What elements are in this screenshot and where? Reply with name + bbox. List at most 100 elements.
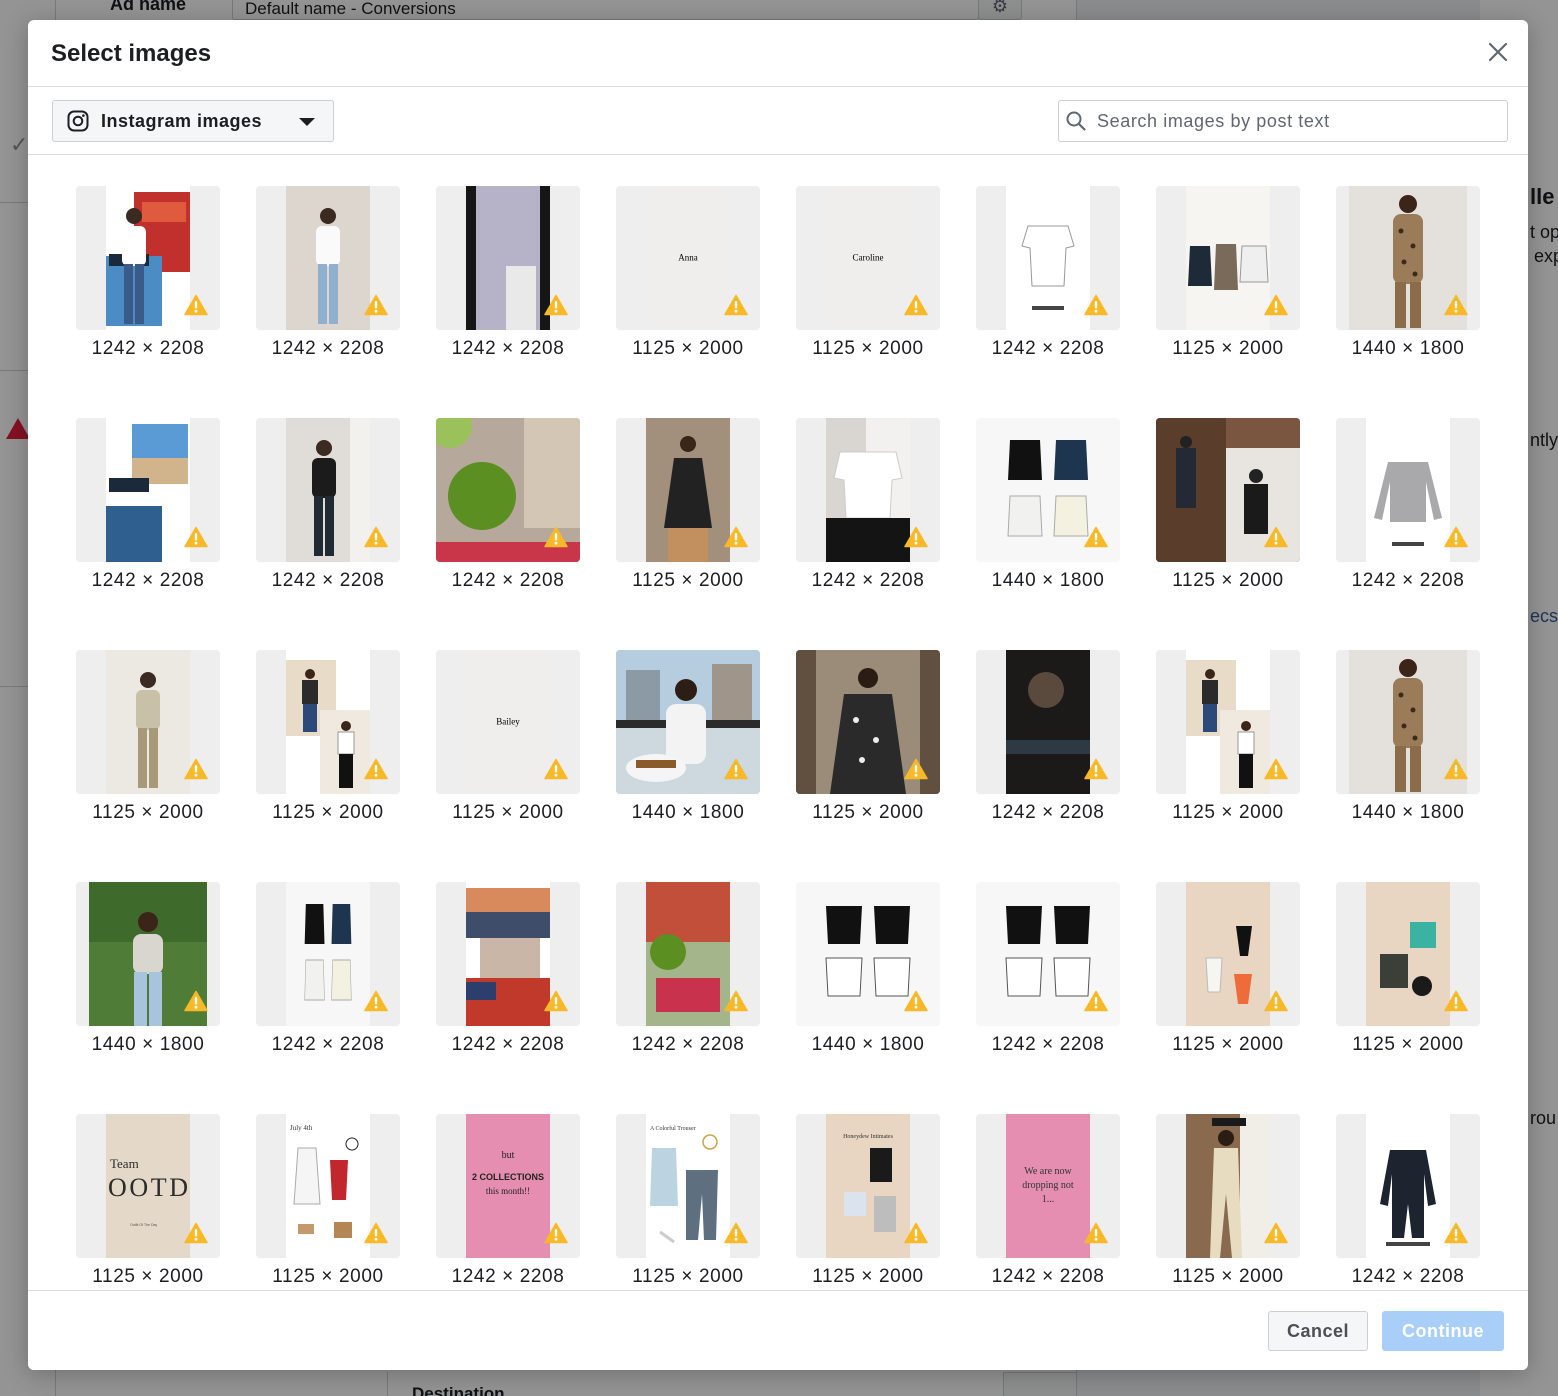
image-tile[interactable]: 1440 × 1800 bbox=[76, 882, 220, 1055]
image-tile[interactable]: 1242 × 2208 bbox=[976, 186, 1120, 359]
image-dimensions: 1242 × 2208 bbox=[1351, 570, 1465, 591]
cancel-button[interactable]: Cancel bbox=[1268, 1311, 1368, 1351]
image-tile[interactable]: 1125 × 2000 bbox=[1156, 418, 1300, 591]
image-thumbnail[interactable]: Honeydew Intimates bbox=[796, 1114, 940, 1258]
image-thumbnail[interactable] bbox=[796, 882, 940, 1026]
image-thumbnail[interactable]: We are now dropping not 1... bbox=[976, 1114, 1120, 1258]
image-thumbnail[interactable] bbox=[256, 882, 400, 1026]
image-tile[interactable]: 1242 × 2208 bbox=[436, 418, 580, 591]
image-thumbnail[interactable]: July 4th bbox=[256, 1114, 400, 1258]
dialog-toolbar: Instagram images bbox=[28, 87, 1528, 155]
image-tile[interactable]: 1242 × 2208 bbox=[1336, 1114, 1480, 1287]
image-dimensions: 1440 × 1800 bbox=[1351, 338, 1465, 359]
image-tile[interactable]: 1125 × 2000 bbox=[1156, 650, 1300, 823]
image-tile[interactable]: 1242 × 2208 bbox=[76, 418, 220, 591]
image-tile[interactable]: 1125 × 2000 bbox=[256, 650, 400, 823]
image-dimensions: 1440 × 1800 bbox=[811, 1034, 925, 1055]
image-thumbnail[interactable] bbox=[256, 418, 400, 562]
search-input[interactable] bbox=[1095, 103, 1499, 139]
image-dimensions: 1242 × 2208 bbox=[991, 802, 1105, 823]
image-thumbnail[interactable] bbox=[1156, 418, 1300, 562]
image-thumbnail[interactable] bbox=[1336, 1114, 1480, 1258]
image-dimensions: 1242 × 2208 bbox=[271, 338, 385, 359]
image-grid-scroll-area[interactable]: 1242 × 2208 1242 × 2208 1242 × 2208 Anna 112… bbox=[28, 155, 1528, 1290]
image-tile[interactable]: but 2 COLLECTIONS this month!! 1242 × 2208 bbox=[436, 1114, 580, 1287]
image-tile[interactable]: A Colorful Trouser 1125 × 2000 bbox=[616, 1114, 760, 1287]
image-thumbnail[interactable]: A Colorful Trouser bbox=[616, 1114, 760, 1258]
image-thumbnail[interactable] bbox=[616, 418, 760, 562]
warning-icon bbox=[364, 294, 388, 316]
image-tile[interactable]: Anna 1125 × 2000 bbox=[616, 186, 760, 359]
image-tile[interactable]: 1125 × 2000 bbox=[76, 650, 220, 823]
image-thumbnail[interactable] bbox=[976, 650, 1120, 794]
image-thumbnail[interactable] bbox=[1336, 418, 1480, 562]
chevron-down-icon bbox=[299, 118, 315, 126]
image-thumbnail[interactable] bbox=[76, 186, 220, 330]
image-tile[interactable]: 1125 × 2000 bbox=[1336, 882, 1480, 1055]
image-tile[interactable]: We are now dropping not 1... 1242 × 2208 bbox=[976, 1114, 1120, 1287]
image-thumbnail[interactable] bbox=[76, 882, 220, 1026]
image-tile[interactable]: Bailey 1125 × 2000 bbox=[436, 650, 580, 823]
image-tile[interactable]: July 4th 1125 × 2000 bbox=[256, 1114, 400, 1287]
image-thumbnail[interactable] bbox=[1336, 186, 1480, 330]
image-thumbnail[interactable] bbox=[1156, 882, 1300, 1026]
image-tile[interactable]: 1440 × 1800 bbox=[1336, 186, 1480, 359]
image-tile[interactable]: 1242 × 2208 bbox=[976, 882, 1120, 1055]
image-thumbnail[interactable] bbox=[436, 882, 580, 1026]
image-tile[interactable]: 1242 × 2208 bbox=[436, 882, 580, 1055]
image-source-dropdown[interactable]: Instagram images bbox=[52, 100, 334, 142]
image-thumbnail[interactable] bbox=[256, 650, 400, 794]
image-tile[interactable]: 1242 × 2208 bbox=[796, 418, 940, 591]
image-thumbnail[interactable] bbox=[976, 418, 1120, 562]
image-tile[interactable]: 1242 × 2208 bbox=[616, 882, 760, 1055]
image-thumbnail[interactable]: Team OOTD Outfit Of The Day bbox=[76, 1114, 220, 1258]
image-thumbnail[interactable] bbox=[976, 882, 1120, 1026]
image-tile[interactable]: 1125 × 2000 bbox=[796, 650, 940, 823]
image-tile[interactable]: Team OOTD Outfit Of The Day 1125 × 2000 bbox=[76, 1114, 220, 1287]
image-tile[interactable]: Caroline 1125 × 2000 bbox=[796, 186, 940, 359]
image-thumbnail[interactable] bbox=[76, 650, 220, 794]
image-tile[interactable]: 1125 × 2000 bbox=[1156, 1114, 1300, 1287]
image-thumbnail[interactable] bbox=[1156, 1114, 1300, 1258]
image-thumbnail[interactable]: Bailey bbox=[436, 650, 580, 794]
image-tile[interactable]: 1440 × 1800 bbox=[1336, 650, 1480, 823]
image-thumbnail[interactable] bbox=[1336, 650, 1480, 794]
image-thumbnail[interactable]: but 2 COLLECTIONS this month!! bbox=[436, 1114, 580, 1258]
close-icon[interactable] bbox=[1484, 38, 1512, 66]
image-tile[interactable]: 1242 × 2208 bbox=[1336, 418, 1480, 591]
image-thumbnail[interactable] bbox=[436, 186, 580, 330]
image-tile[interactable]: 1440 × 1800 bbox=[976, 418, 1120, 591]
image-thumbnail[interactable] bbox=[976, 186, 1120, 330]
image-tile[interactable]: 1125 × 2000 bbox=[1156, 882, 1300, 1055]
image-tile[interactable]: 1242 × 2208 bbox=[436, 186, 580, 359]
image-tile[interactable]: 1242 × 2208 bbox=[256, 186, 400, 359]
image-tile[interactable]: 1242 × 2208 bbox=[976, 650, 1120, 823]
image-thumbnail[interactable] bbox=[76, 418, 220, 562]
image-tile[interactable]: 1242 × 2208 bbox=[76, 186, 220, 359]
image-thumbnail[interactable] bbox=[616, 882, 760, 1026]
image-tile[interactable]: 1242 × 2208 bbox=[256, 418, 400, 591]
continue-button[interactable]: Continue bbox=[1382, 1311, 1504, 1351]
image-thumbnail[interactable] bbox=[256, 186, 400, 330]
image-thumbnail[interactable] bbox=[1156, 186, 1300, 330]
search-box[interactable] bbox=[1058, 100, 1508, 142]
image-tile[interactable]: 1125 × 2000 bbox=[616, 418, 760, 591]
image-thumbnail[interactable] bbox=[616, 650, 760, 794]
image-tile[interactable]: 1242 × 2208 bbox=[256, 882, 400, 1055]
svg-text:A Colorful Trouser: A Colorful Trouser bbox=[650, 1125, 696, 1132]
image-thumbnail[interactable] bbox=[1336, 882, 1480, 1026]
image-tile[interactable]: Honeydew Intimates 1125 × 2000 bbox=[796, 1114, 940, 1287]
image-thumbnail[interactable] bbox=[796, 418, 940, 562]
image-dimensions: 1242 × 2208 bbox=[91, 570, 205, 591]
image-thumbnail[interactable] bbox=[796, 650, 940, 794]
image-thumbnail[interactable] bbox=[1156, 650, 1300, 794]
image-thumbnail[interactable]: Caroline bbox=[796, 186, 940, 330]
image-preview: Team OOTD Outfit Of The Day bbox=[106, 1114, 190, 1258]
image-tile[interactable]: 1125 × 2000 bbox=[1156, 186, 1300, 359]
image-thumbnail[interactable] bbox=[436, 418, 580, 562]
image-tile[interactable]: 1440 × 1800 bbox=[616, 650, 760, 823]
image-preview: Caroline bbox=[826, 186, 910, 330]
image-tile[interactable]: 1440 × 1800 bbox=[796, 882, 940, 1055]
image-thumbnail[interactable]: Anna bbox=[616, 186, 760, 330]
image-preview bbox=[286, 418, 370, 562]
